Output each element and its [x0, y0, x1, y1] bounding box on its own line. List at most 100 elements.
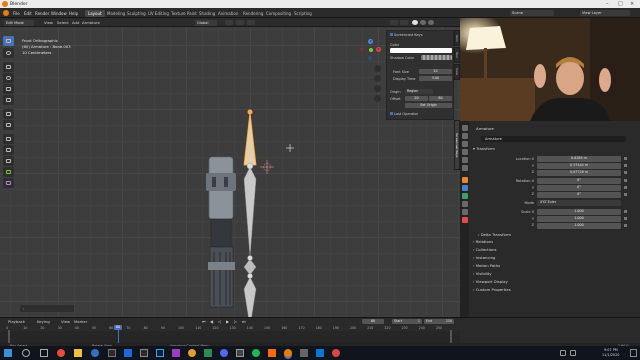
menu-window[interactable]: Window: [51, 11, 67, 16]
start-frame-field[interactable]: Start 1: [392, 318, 422, 324]
jump-start-icon[interactable]: ⏮: [202, 319, 206, 324]
scene-tab-icon[interactable]: [461, 157, 468, 163]
roll-tool[interactable]: [3, 156, 14, 166]
photoshop-icon[interactable]: [156, 349, 164, 357]
edge-icon[interactable]: [91, 349, 99, 357]
modifier-tab-icon[interactable]: [461, 185, 468, 191]
transform-section-header[interactable]: ▾ Transform: [473, 146, 495, 151]
play-icon[interactable]: ▶: [226, 319, 229, 324]
location-z-field[interactable]: 0.67728 m: [537, 170, 621, 176]
timeline-marker-menu[interactable]: Marker: [74, 319, 87, 324]
menu-add[interactable]: Add: [72, 20, 79, 25]
timeline-playback-menu[interactable]: Playback: [8, 319, 25, 324]
screencast-checkbox[interactable]: Screencast Keys: [390, 33, 423, 37]
measure-tool[interactable]: [3, 120, 14, 130]
object-tab-icon[interactable]: [461, 177, 468, 183]
tab-compositing[interactable]: Compositing: [263, 10, 294, 17]
transform-tool[interactable]: [3, 95, 14, 105]
blender-menu-icon[interactable]: [3, 10, 9, 16]
view-layer-tab-icon[interactable]: [461, 149, 468, 155]
gizmo-neg-z-icon[interactable]: [368, 56, 372, 60]
app-icon[interactable]: [268, 349, 276, 357]
navigation-gizmo[interactable]: Z X: [360, 39, 382, 61]
shear-tool[interactable]: [3, 178, 14, 188]
lock-icon[interactable]: [624, 157, 627, 160]
location-x-field[interactable]: 0.6284 m: [537, 156, 621, 162]
select-box-tool[interactable]: [3, 36, 14, 46]
pan-hand-icon[interactable]: [374, 75, 381, 82]
menu-armature[interactable]: Armature: [82, 20, 100, 25]
scale-x-field[interactable]: 1.000: [537, 209, 621, 215]
proportional-edit-icon[interactable]: [247, 20, 255, 25]
rotation-x-field[interactable]: 0°: [537, 178, 621, 184]
offset-y-field[interactable]: 80: [429, 96, 452, 101]
timeline-view-menu[interactable]: View: [61, 319, 70, 324]
spotify-icon[interactable]: [252, 349, 260, 357]
scene-selector[interactable]: Scene: [510, 10, 554, 16]
last-operator-checkbox[interactable]: Last Operator: [390, 112, 418, 116]
shadow-color-swatch[interactable]: [421, 55, 452, 60]
tab-scripting[interactable]: Scripting: [291, 10, 315, 17]
instancing-header[interactable]: › Instancing: [473, 255, 495, 260]
vscode-icon[interactable]: [124, 349, 132, 357]
snap-icon[interactable]: [236, 20, 244, 25]
lock-icon[interactable]: [624, 186, 627, 189]
world-tab-icon[interactable]: [461, 165, 468, 171]
file-explorer-icon[interactable]: [74, 349, 82, 357]
physics-tab-icon[interactable]: [461, 217, 468, 223]
lock-icon[interactable]: [624, 224, 627, 227]
tab-layout[interactable]: Layout: [85, 9, 105, 17]
camera-view-icon[interactable]: [374, 85, 381, 92]
notifications-icon[interactable]: [630, 349, 637, 357]
scale-tool[interactable]: [3, 84, 14, 94]
tab-animation[interactable]: Animation: [215, 10, 241, 17]
terminal-icon[interactable]: [108, 349, 116, 357]
close-icon[interactable]: ×: [630, 1, 634, 7]
move-tool[interactable]: [3, 62, 14, 72]
current-frame-field[interactable]: 60: [362, 318, 384, 324]
app-icon[interactable]: [188, 349, 196, 357]
origin-dropdown[interactable]: Region: [405, 89, 433, 94]
start-menu-icon[interactable]: [4, 349, 12, 357]
timeline-keying-menu[interactable]: Keying: [37, 319, 50, 324]
rotation-z-field[interactable]: 0°: [537, 192, 621, 198]
shading-rendered-icon[interactable]: [428, 20, 434, 25]
collections-header[interactable]: › Collections: [473, 247, 497, 252]
data-tab-icon[interactable]: [461, 193, 468, 199]
menu-help[interactable]: Help: [69, 11, 78, 16]
lock-icon[interactable]: [624, 210, 627, 213]
lock-icon[interactable]: [624, 193, 627, 196]
lock-icon[interactable]: [624, 171, 627, 174]
rotation-mode-dropdown[interactable]: XYZ Euler: [537, 200, 621, 206]
object-name-field[interactable]: Armature: [481, 136, 626, 142]
discord-icon[interactable]: [220, 349, 228, 357]
bone-tab-icon[interactable]: [461, 201, 468, 207]
annotate-tool[interactable]: [3, 109, 14, 119]
chrome-icon[interactable]: [57, 349, 65, 357]
constraint-tab-icon[interactable]: [461, 209, 468, 215]
menu-file[interactable]: File: [13, 11, 20, 16]
obs-icon[interactable]: [140, 349, 148, 357]
xray-icon[interactable]: [400, 20, 408, 25]
motion-paths-header[interactable]: › Motion Paths: [473, 263, 500, 268]
viewport-display-header[interactable]: › Viewport Display: [473, 279, 508, 284]
font-size-field[interactable]: 12: [419, 69, 452, 74]
rotate-tool[interactable]: [3, 73, 14, 83]
transform-orientation-dropdown[interactable]: Global: [195, 19, 217, 26]
next-key-icon[interactable]: ▷: [234, 319, 237, 324]
custom-properties-header[interactable]: › Custom Properties: [473, 287, 511, 292]
lock-icon[interactable]: [624, 164, 627, 167]
blender-taskbar-icon[interactable]: [284, 349, 292, 357]
perspective-toggle-icon[interactable]: [374, 95, 381, 102]
gizmo-neg-x-icon[interactable]: [360, 47, 364, 51]
prev-key-icon[interactable]: ◀: [210, 319, 213, 324]
app-icon[interactable]: [204, 349, 212, 357]
volume-icon[interactable]: [570, 350, 576, 356]
shading-material-icon[interactable]: [420, 20, 426, 25]
jump-end-icon[interactable]: ⏭: [242, 319, 246, 324]
premiere-icon[interactable]: [172, 349, 180, 357]
end-frame-field[interactable]: End 250: [424, 318, 454, 324]
scale-y-field[interactable]: 1.000: [537, 216, 621, 222]
mode-dropdown[interactable]: Edit Mode: [4, 19, 34, 26]
bone-size-tool[interactable]: [3, 134, 14, 144]
